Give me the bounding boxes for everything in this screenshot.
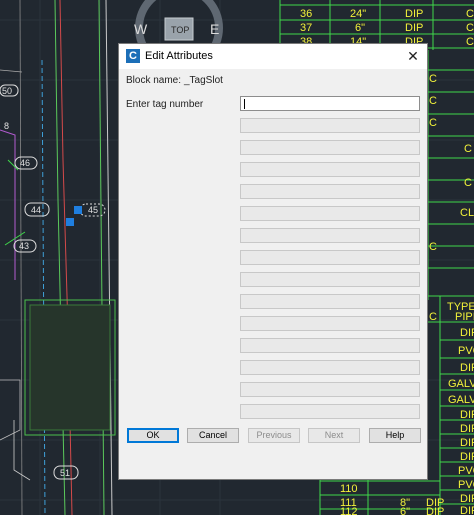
table-cell: DIP [405,8,423,20]
table-cell: DIP [460,362,474,374]
table-cell: DIP [460,423,474,435]
attribute-field [240,382,420,397]
table-cell: C [464,177,472,189]
tag-number-input[interactable] [240,96,420,111]
table-cell: 6" [355,22,365,34]
table-cell: C [429,117,437,129]
table-cell: CL [460,207,474,219]
table-cell: 24" [350,8,366,20]
attribute-field [240,360,420,375]
attribute-field [240,140,420,155]
dialog-title: Edit Attributes [145,50,213,62]
attribute-field [240,294,420,309]
autocad-app-icon: C [126,49,140,63]
edit-attributes-dialog: C Edit Attributes ✕ Block name: _TagSlot… [118,43,428,480]
table-cell: 6" [400,506,410,515]
cancel-button[interactable]: Cancel [187,428,239,443]
dialog-titlebar[interactable]: C Edit Attributes ✕ [119,44,427,69]
table-cell: C [466,36,474,48]
attribute-field [240,272,420,287]
previous-button[interactable]: Previous [248,428,300,443]
tag-label: 44 [31,205,41,215]
table-cell: PVC [458,479,474,491]
table-cell: GALV [448,394,474,406]
table-cell: 112 [340,506,358,515]
attribute-field [240,404,420,419]
drawing-lines [0,0,116,515]
next-button[interactable]: Next [308,428,360,443]
table-cell: C [464,143,472,155]
tag-label: 50 [2,86,12,96]
text-caret [244,99,245,109]
table-cell: C [429,95,437,107]
table-cell: DIP [460,409,474,421]
close-button[interactable]: ✕ [401,44,425,68]
tag-label: 43 [19,241,29,251]
table-cell: DIP [460,437,474,449]
compass-west-label: W [134,21,148,37]
table-cell: DIP [405,22,423,34]
table-cell: C [429,311,437,323]
table-cell: C [466,22,474,34]
block-name-label: Block name: [126,75,182,86]
grip-handle [66,218,74,226]
table-cell: 110 [340,483,358,495]
grip-handle [74,206,82,214]
table-cell: GALV [448,378,474,390]
attribute-field [240,316,420,331]
attribute-field [240,162,420,177]
table-cell: DIP [460,327,474,339]
table-cell: DIP [460,451,474,463]
table-cell: DIP [460,493,474,505]
attribute-field [240,184,420,199]
tag-label: 45 [88,205,98,215]
attribute-field [240,338,420,353]
attribute-field [240,206,420,221]
help-button[interactable]: Help [369,428,421,443]
attribute-field [240,250,420,265]
tag-label: 8 [4,121,9,131]
table-cell: 37 [300,22,312,34]
table-cell: PVC [458,345,474,357]
table-cell: DIP [460,505,474,515]
table-cell: C [466,8,474,20]
attribute-field [240,228,420,243]
table-cell: PVC [458,465,474,477]
ok-button[interactable]: OK [127,428,179,443]
table-header: PIPI [455,311,474,323]
block-name-value: _TagSlot [184,75,223,86]
table-cell: C [429,241,437,253]
tag-label: 51 [60,468,70,478]
compass-east-label: E [210,21,219,37]
table-cell: DIP [426,506,444,515]
table-cell: C [429,73,437,85]
attribute-field [240,118,420,133]
view-cube-top-label: TOP [171,25,189,35]
table-cell: 36 [300,8,312,20]
tag-number-label: Enter tag number [126,99,204,110]
tag-label: 46 [20,158,30,168]
